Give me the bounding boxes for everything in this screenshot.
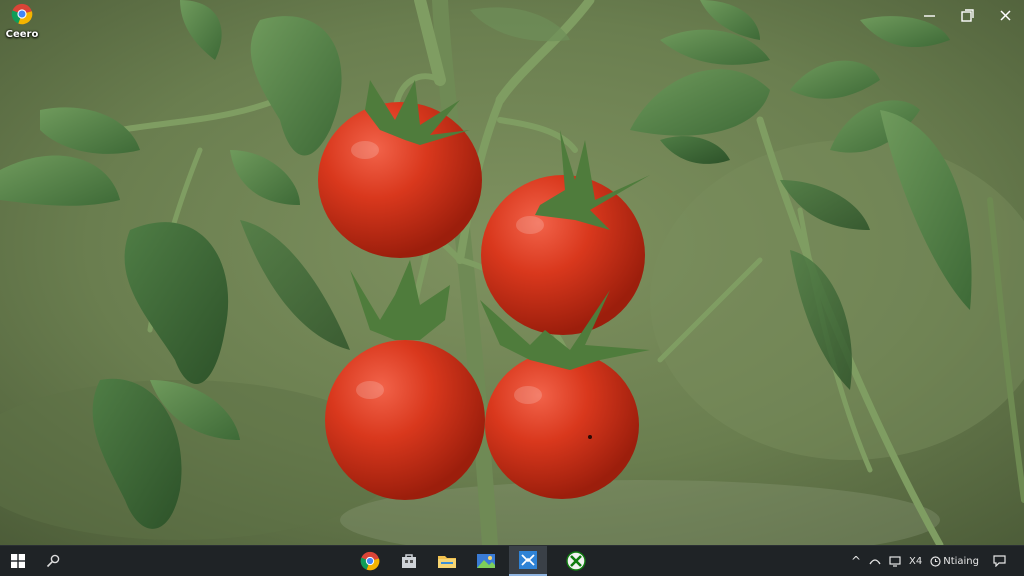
taskbar-app-store[interactable] (393, 546, 425, 576)
display-icon (889, 555, 901, 567)
window-controls (910, 0, 1024, 30)
ime-label: X4 (909, 555, 923, 567)
notifications-button[interactable] (993, 555, 1006, 567)
chrome-icon (360, 551, 380, 571)
tray-display[interactable] (889, 555, 901, 567)
close-button[interactable] (986, 0, 1024, 30)
system-tray: ^ X4 Ntiaing (847, 546, 1024, 576)
desktop-icon-label: Ceero (5, 29, 39, 40)
search-icon (46, 554, 60, 568)
tray-status-text: Ntiaing (943, 555, 979, 567)
tray-ime[interactable]: X4 (909, 556, 922, 567)
windows-start-icon (11, 554, 25, 568)
clock-icon (930, 555, 941, 567)
search-button[interactable] (38, 546, 68, 576)
restore-icon (960, 8, 974, 22)
tray-status[interactable]: Ntiaing (930, 556, 979, 567)
taskbar-app-chrome[interactable] (354, 546, 386, 576)
start-button[interactable] (2, 546, 34, 576)
minimize-icon (923, 14, 935, 17)
network-icon (869, 559, 881, 565)
taskbar-app-photos[interactable] (469, 546, 503, 576)
tray-network[interactable] (869, 556, 881, 566)
taskbar-app-xbox[interactable] (559, 546, 593, 576)
photos-icon (477, 554, 495, 568)
notification-icon (993, 555, 1006, 567)
chevron-up-icon: ^ (850, 554, 861, 568)
chrome-icon (11, 3, 33, 25)
tray-overflow-button[interactable]: ^ (851, 554, 861, 568)
taskbar-app-active[interactable] (509, 546, 547, 576)
taskbar-app-file-explorer[interactable] (431, 546, 463, 576)
minimize-button[interactable] (910, 0, 948, 30)
app-icon (519, 551, 537, 569)
desktop-wallpaper (0, 0, 1024, 545)
xbox-icon (566, 551, 586, 571)
taskbar: ^ X4 Ntiaing (0, 545, 1024, 576)
store-icon (402, 554, 416, 568)
restore-button[interactable] (948, 0, 986, 30)
desktop-icon-chrome[interactable]: Ceero (2, 3, 42, 40)
file-explorer-icon (438, 556, 456, 568)
close-icon (999, 9, 1011, 21)
